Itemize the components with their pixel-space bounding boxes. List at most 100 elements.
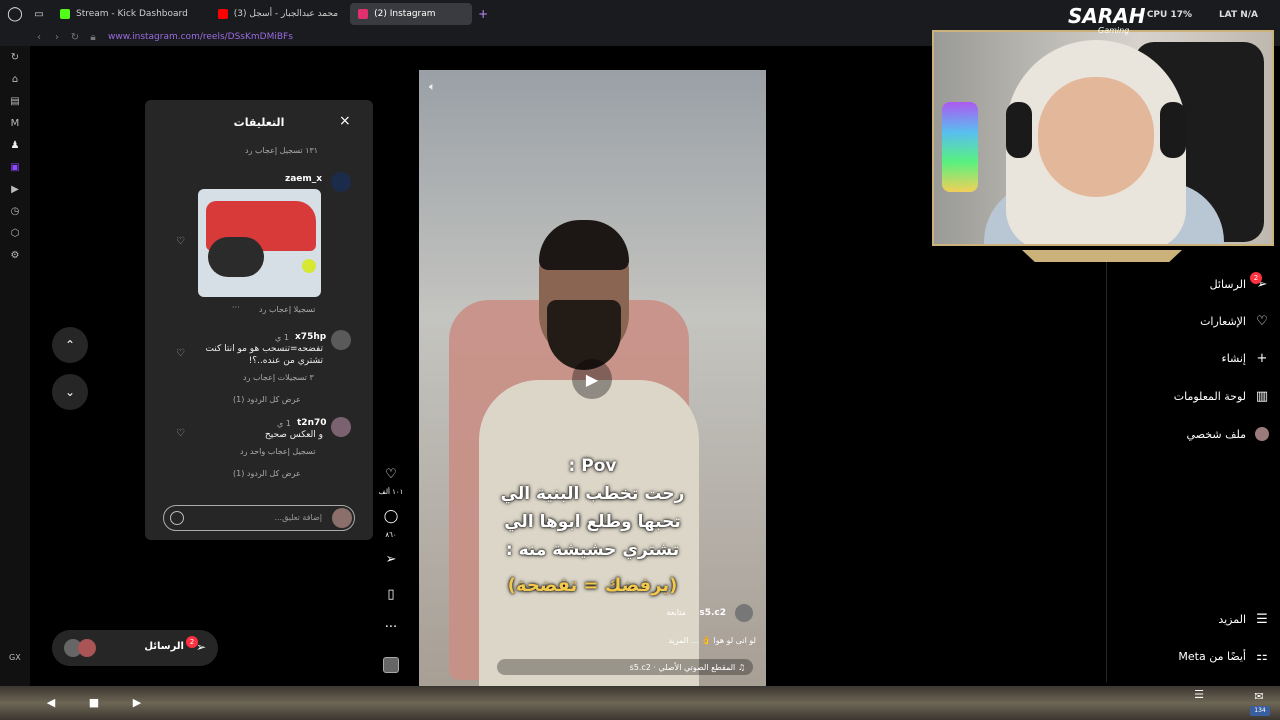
taskbar-mail-icon[interactable]: ✉	[1250, 688, 1268, 706]
chart-icon[interactable]: ▥	[1254, 389, 1270, 405]
avatar[interactable]	[331, 330, 351, 350]
rail-kick-icon[interactable]: ♟	[0, 134, 30, 156]
prev-reel-button[interactable]: ⌃	[52, 327, 88, 363]
sidebar-item-more[interactable]: المزيد	[1218, 613, 1246, 626]
sidebar-item-meta[interactable]: أيضًا من Meta	[1178, 650, 1246, 663]
sidebar-item-notifications[interactable]: الإشعارات	[1200, 315, 1246, 328]
play-icon[interactable]: ▶	[572, 359, 612, 399]
rail-settings-icon[interactable]: ⚙	[0, 244, 30, 266]
reel-description[interactable]: لو انى لو هوا 👌 ... المزيد	[668, 636, 756, 645]
avatar[interactable]	[331, 172, 351, 192]
heart-icon[interactable]: ♡	[1254, 314, 1270, 330]
reel-username[interactable]: s5.c2	[699, 608, 726, 618]
window-icon[interactable]: ▭	[30, 0, 48, 28]
avatar	[78, 639, 96, 657]
audio-thumbnail-icon[interactable]	[378, 657, 404, 677]
sidebar-item-profile[interactable]: ملف شخصي	[1187, 428, 1246, 441]
like-icon[interactable]: ♡	[176, 348, 185, 359]
taskbar-next-icon[interactable]: ▶	[128, 694, 146, 712]
follow-button[interactable]: متابعة	[666, 608, 686, 617]
more-icon[interactable]: ···	[378, 620, 404, 635]
taskbar-mail-badge: 134	[1250, 706, 1270, 716]
comment-body: تشتري من عنده..؟!	[248, 356, 323, 366]
messages-pill-label: الرسائل	[144, 641, 184, 652]
rail-gallery-icon[interactable]: ▤	[0, 90, 30, 112]
comment-meta: تسجيل إعجاب واحد رد	[240, 447, 316, 456]
rail-refresh-icon[interactable]: ↻	[0, 46, 30, 68]
rail-cube-icon[interactable]: ⬡	[0, 222, 30, 244]
tab-instagram[interactable]: (2) Instagram	[350, 3, 473, 25]
like-icon[interactable]: ♡	[176, 428, 185, 439]
tab-kick[interactable]: Stream - Kick Dashboard	[52, 3, 196, 25]
comment-count: ٨٦٠	[385, 531, 397, 539]
taskbar-stop-icon[interactable]: ■	[85, 694, 103, 712]
rail-m-icon[interactable]: M	[0, 112, 30, 134]
sidebar-item-create[interactable]: إنشاء	[1222, 352, 1246, 365]
lock-icon: 🔒︎	[90, 31, 96, 43]
view-replies-link[interactable]: عرض كل الردود (1)	[233, 395, 301, 404]
rail-twitch-icon[interactable]: ▣	[0, 156, 30, 178]
comment-gif	[198, 189, 321, 297]
messages-pill-badge: 2	[186, 636, 198, 648]
cpu-readout: CPU 17%	[1146, 10, 1192, 20]
gif-dog	[208, 237, 264, 277]
url-field[interactable]: www.instagram.com/reels/DSsKmDMiBFs	[108, 32, 293, 42]
caption-line: تحبها وطلع ابوها الي	[504, 512, 681, 532]
comment-meta: ١٣١ تسجيل إعجاب رد	[245, 146, 319, 155]
mute-icon[interactable]: 🔈︎	[429, 80, 436, 94]
rail-clock-icon[interactable]: ◷	[0, 200, 30, 222]
video-person-hair	[539, 220, 629, 270]
tab-youtube[interactable]: (3) محمد عبدالجبار - أسجل	[210, 3, 346, 25]
comment-input-placeholder: إضافة تعليق...	[274, 513, 322, 522]
comment-username[interactable]: t2n70	[297, 418, 327, 428]
profile-avatar[interactable]	[1254, 427, 1270, 443]
emoji-icon[interactable]	[170, 511, 184, 525]
left-rail: ↻ ⌂ ▤ M ♟ ▣ ▶ ◷ ⬡ ⚙ GX	[0, 46, 30, 686]
sidebar-item-dashboard[interactable]: لوحة المعلومات	[1174, 390, 1246, 403]
stream-logo-sub: Gaming	[1098, 26, 1130, 35]
taskbar: ◀ ■ ▶ ☰ ✉	[0, 686, 1280, 720]
taskbar-chat-icon[interactable]: ☰	[1190, 686, 1208, 704]
comment-icon[interactable]: ◯	[378, 509, 404, 524]
reload-icon[interactable]: ↻	[66, 32, 84, 43]
latency-readout: LAT N/A	[1218, 10, 1258, 20]
reel-video[interactable]: 🔈︎ ▶ Pov : رحت تخطب البنية الي تحبها وطل…	[419, 70, 766, 686]
comment-username[interactable]: x75hp	[295, 332, 326, 342]
add-tab-button[interactable]: +	[478, 7, 488, 21]
opera-gx-icon[interactable]: ◯	[0, 0, 30, 28]
comment-time: 1 ي	[277, 419, 291, 428]
save-icon[interactable]: ▯	[378, 587, 404, 602]
avatar	[332, 508, 352, 528]
back-icon[interactable]: ‹	[30, 32, 48, 43]
comment-input[interactable]: إضافة تعليق...	[163, 505, 355, 531]
rail-bag-icon[interactable]: ⌂	[0, 68, 30, 90]
comment-username[interactable]: zaem_x	[285, 174, 322, 184]
like-icon[interactable]: ♡	[176, 236, 185, 247]
more-options-icon[interactable]: ···	[232, 303, 240, 312]
reel-audio[interactable]: ♫ المقطع الصوتي الأصلي · s5.c2	[497, 659, 753, 675]
meta-apps-icon[interactable]: ⚏	[1254, 649, 1270, 665]
plus-icon[interactable]: +	[1254, 351, 1270, 367]
caption-line: تشتري حشيشة منه :	[505, 540, 680, 560]
avatar[interactable]	[735, 604, 753, 622]
webcam-overlay	[932, 30, 1274, 246]
taskbar-prev-icon[interactable]: ◀	[42, 694, 60, 712]
caption-line: (يرفضك = تفضحة)	[507, 575, 678, 596]
stream-logo: SARAH	[1068, 4, 1146, 28]
avatar[interactable]	[331, 417, 351, 437]
forward-icon[interactable]: ›	[48, 32, 66, 43]
menu-icon[interactable]: ☰	[1254, 612, 1270, 628]
messages-pill[interactable]: الرسائل ➢ 2	[52, 630, 218, 666]
webcam-frame-accent	[1022, 250, 1182, 262]
rail-play-icon[interactable]: ▶	[0, 178, 30, 200]
view-replies-link[interactable]: عرض كل الردود (1)	[233, 469, 301, 478]
sidebar-item-messages[interactable]: الرسائل	[1210, 278, 1246, 291]
tab-label: (3) محمد عبدالجبار - أسجل	[233, 9, 339, 19]
kick-icon	[60, 9, 70, 19]
screen: ◯ ▭ Stream - Kick Dashboard (3) محمد عبد…	[0, 0, 1280, 720]
youtube-icon	[217, 9, 228, 19]
heart-icon[interactable]: ♡	[378, 467, 404, 482]
close-icon[interactable]: ×	[339, 113, 351, 129]
share-icon[interactable]: ➢	[378, 552, 404, 567]
next-reel-button[interactable]: ⌄	[52, 374, 88, 410]
